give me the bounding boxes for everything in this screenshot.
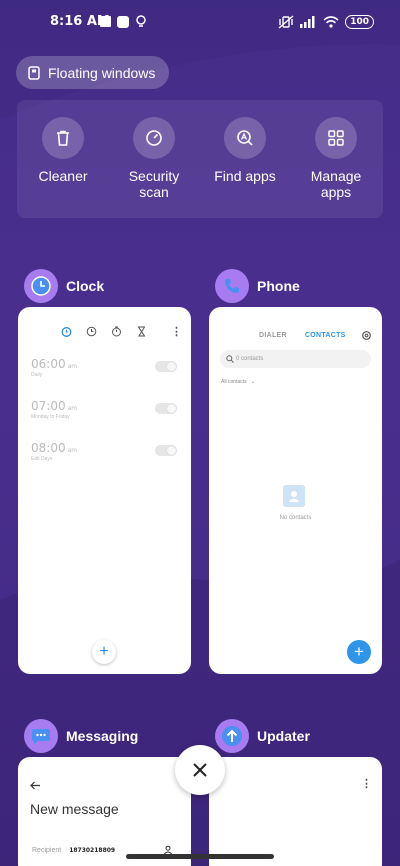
alarm-toggle[interactable] <box>155 445 177 456</box>
recipient-label: Recipient <box>32 846 62 854</box>
phone-app-icon <box>215 269 249 303</box>
app-notification-icon <box>117 15 129 28</box>
messaging-app-header[interactable]: Messaging <box>24 719 138 753</box>
person-icon <box>288 491 300 502</box>
battery-indicator: 100 <box>345 15 374 29</box>
back-arrow-icon[interactable] <box>30 781 41 790</box>
home-indicator[interactable] <box>126 854 274 859</box>
clock-app-header[interactable]: Clock <box>24 269 104 303</box>
phone-tabs: DIALER CONTACTS <box>259 332 346 339</box>
alarm-time: 07:00 <box>31 399 66 413</box>
updater-app-card[interactable]: ⋮ <box>209 757 382 866</box>
no-contacts-text: No contacts <box>279 515 312 521</box>
arrow-up-icon <box>222 726 242 746</box>
clock-app-icon <box>24 269 58 303</box>
security-scan-label: Security scan <box>128 168 180 200</box>
settings-icon[interactable] <box>361 330 372 341</box>
floating-window-icon <box>28 65 40 80</box>
alarm-ampm: am <box>67 363 78 370</box>
alarm-time: 08:00 <box>31 441 66 455</box>
all-contacts-dropdown[interactable]: All contacts ⌄ <box>221 379 255 385</box>
stopwatch-tab-icon[interactable] <box>111 326 122 337</box>
more-options-icon[interactable]: ⋮ <box>171 326 182 337</box>
phone-app-name: Phone <box>257 278 300 294</box>
all-contacts-label: All contacts <box>221 379 247 385</box>
add-alarm-button[interactable]: + <box>92 640 116 664</box>
messaging-app-card[interactable]: New message Recipient 18730218809 <box>18 757 191 866</box>
alarm-repeat: Daily <box>31 372 43 378</box>
alarm-row[interactable]: 07:00 am Monday to Friday <box>31 399 177 420</box>
updater-app-icon <box>215 719 249 753</box>
find-apps-label: Find apps <box>214 168 276 184</box>
phone-icon <box>225 279 239 293</box>
quick-actions-panel: Cleaner Security scan Find apps Manage a… <box>17 100 383 218</box>
search-icon <box>226 355 234 363</box>
manage-apps-button[interactable]: Manage apps <box>291 117 381 200</box>
chevron-down-icon: ⌄ <box>250 379 256 385</box>
vibrate-icon <box>278 15 294 29</box>
search-apps-icon <box>237 130 253 146</box>
messaging-app-name: Messaging <box>66 728 139 744</box>
alarm-time: 06:00 <box>31 357 66 371</box>
find-apps-button[interactable]: Find apps <box>200 117 290 184</box>
manage-apps-label: Manage apps <box>310 168 362 200</box>
phone-app-card[interactable]: DIALER CONTACTS 0 contacts All contacts … <box>209 307 382 674</box>
alarm-repeat: Edit Days <box>31 456 53 462</box>
status-notification-icons <box>100 15 147 28</box>
trash-icon <box>57 130 69 146</box>
new-message-title: New message <box>30 801 119 817</box>
tab-contacts[interactable]: CONTACTS <box>305 332 346 339</box>
bulb-icon <box>136 15 146 27</box>
security-scan-button[interactable]: Security scan <box>109 117 199 200</box>
clock-tabs: ⋮ <box>61 326 182 337</box>
alarm-ampm: am <box>67 405 78 412</box>
contacts-search-input[interactable]: 0 contacts <box>220 350 371 368</box>
gauge-icon <box>146 130 162 146</box>
world-clock-tab-icon[interactable] <box>86 326 97 337</box>
alarm-row[interactable]: 06:00 am Daily <box>31 357 177 378</box>
alarm-repeat: Monday to Friday <box>31 414 70 420</box>
more-options-icon[interactable]: ⋮ <box>361 777 372 790</box>
messaging-app-icon <box>24 719 58 753</box>
alarm-toggle[interactable] <box>155 361 177 372</box>
signal-icon <box>300 16 315 28</box>
tab-dialer[interactable]: DIALER <box>259 332 287 339</box>
phone-app-header[interactable]: Phone <box>215 269 300 303</box>
clock-app-name: Clock <box>66 278 105 294</box>
contact-placeholder-icon <box>283 485 305 507</box>
add-contact-button[interactable]: + <box>347 640 371 664</box>
updater-app-header[interactable]: Updater <box>215 719 310 753</box>
status-bar: 8:16 AM 100 <box>0 12 400 34</box>
alarm-ampm: am <box>67 447 78 454</box>
grid-icon <box>328 130 344 146</box>
clock-icon <box>31 276 51 296</box>
cleaner-label: Cleaner <box>38 168 88 184</box>
search-placeholder: 0 contacts <box>236 356 264 362</box>
alarm-toggle[interactable] <box>155 403 177 414</box>
close-icon <box>193 763 207 777</box>
close-all-button[interactable] <box>175 745 225 795</box>
alarm-tab-icon[interactable] <box>61 326 72 337</box>
timer-tab-icon[interactable] <box>136 326 147 337</box>
chat-bubble-icon <box>32 729 50 744</box>
alarm-row[interactable]: 08:00 am Edit Days <box>31 441 177 462</box>
cleaner-button[interactable]: Cleaner <box>18 117 108 184</box>
floating-windows-button[interactable]: Floating windows <box>16 56 170 89</box>
recipient-value: 18730218809 <box>69 846 116 854</box>
updater-app-name: Updater <box>257 728 310 744</box>
square-icon <box>100 16 111 27</box>
wifi-icon <box>323 16 339 28</box>
floating-windows-label: Floating windows <box>48 64 156 81</box>
clock-app-card[interactable]: ⋮ 06:00 am Daily 07:00 am Monday to Friday… <box>18 307 191 674</box>
status-system-icons: 100 <box>278 15 374 29</box>
